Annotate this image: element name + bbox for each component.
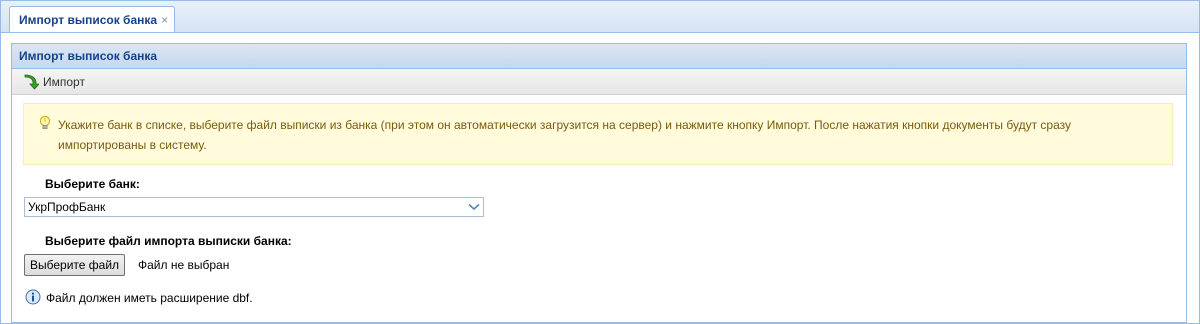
tab-label: Импорт выписок банка [19,12,158,27]
bank-select-value: УкрПрофБанк [28,200,106,214]
bank-label: Выберите банк: [45,177,140,191]
panel-header: Импорт выписок банка [12,44,1186,69]
chevron-down-icon[interactable] [465,198,483,216]
panel-title: Импорт выписок банка [19,49,158,63]
app-window: Импорт выписок банка × Импорт выписок ба… [0,0,1200,324]
bank-select[interactable]: УкрПрофБанк [24,197,484,217]
tab-content: Импорт выписок банка Импорт Укажите банк… [1,33,1199,323]
info-icon [25,289,41,308]
choose-file-button[interactable]: Выберите файл [24,254,126,276]
import-button-label: Импорт [43,74,85,89]
green-arrow-import-icon [23,74,39,90]
file-extension-note: Файл должен иметь расширение dbf. [46,291,253,305]
tab-bar: Импорт выписок банка × [1,1,1199,33]
close-icon[interactable]: × [161,14,168,26]
lightbulb-icon [39,115,51,134]
file-status: Файл не выбран [138,258,230,272]
import-button[interactable]: Импорт [20,72,88,92]
hint-text: Укажите банк в списке, выберите файл вып… [58,118,1071,152]
file-label: Выберите файл импорта выписки банка: [45,234,292,248]
toolbar: Импорт [12,69,1186,95]
import-panel: Импорт выписок банка Импорт Укажите банк… [11,43,1187,323]
tab-bank-statement-import[interactable]: Импорт выписок банка × [9,6,176,32]
hint-box: Укажите банк в списке, выберите файл вып… [23,103,1173,165]
